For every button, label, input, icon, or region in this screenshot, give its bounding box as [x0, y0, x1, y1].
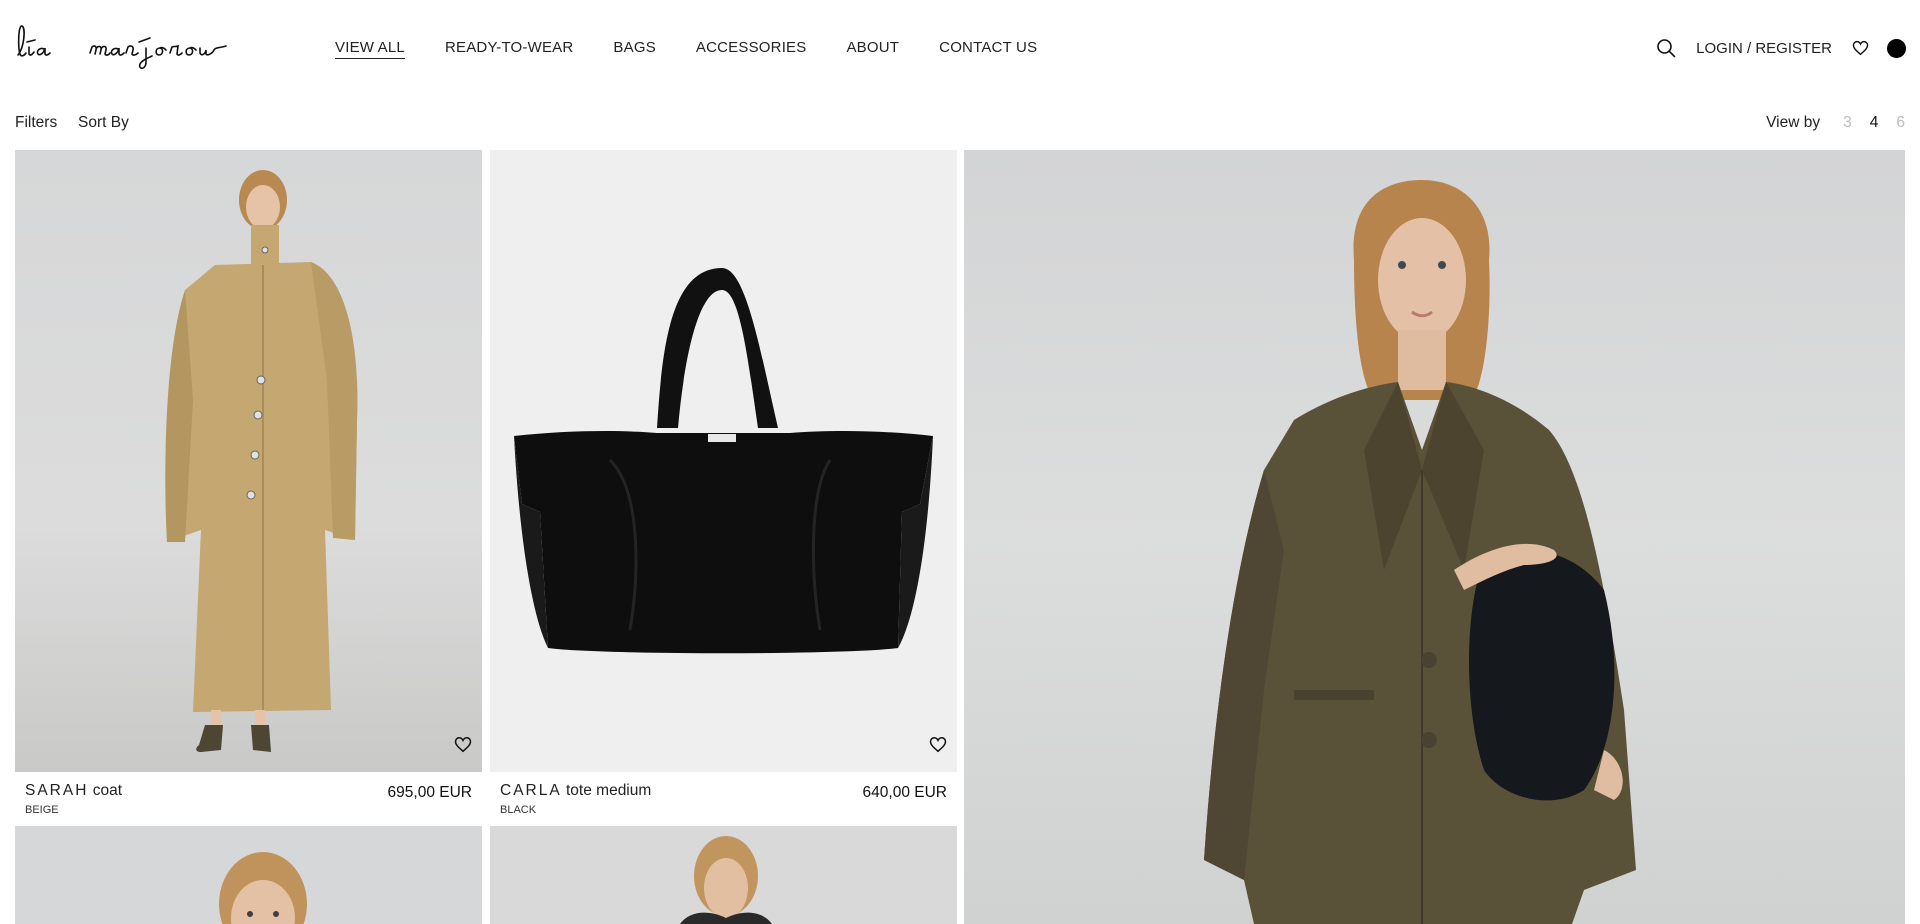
product-image[interactable] [490, 150, 957, 772]
product-name[interactable]: CARLA tote medium [500, 782, 651, 800]
view-by-4[interactable]: 4 [1870, 114, 1879, 132]
nav-accessories[interactable]: ACCESSORIES [696, 39, 807, 59]
site-header: VIEW ALL READY-TO-WEAR BAGS ACCESSORIES … [0, 0, 1920, 96]
model-illustration [219, 852, 307, 924]
filters-button[interactable]: Filters [15, 114, 57, 132]
featured-image[interactable] [964, 150, 1905, 924]
nav-contact-us[interactable]: CONTACT US [939, 39, 1037, 59]
product-card[interactable] [490, 826, 957, 924]
coat-illustration [165, 170, 358, 752]
view-by-3[interactable]: 3 [1843, 114, 1852, 132]
product-price: 695,00 EUR [387, 784, 472, 801]
product-info: CARLA tote medium BLACK 640,00 EUR [490, 772, 957, 825]
product-price: 640,00 EUR [862, 784, 947, 801]
nav-about[interactable]: ABOUT [846, 39, 899, 59]
logo-script [17, 25, 227, 70]
product-image[interactable] [490, 826, 957, 924]
brand-logo[interactable] [14, 20, 266, 72]
product-image[interactable] [15, 826, 482, 924]
product-color: BLACK [500, 804, 537, 816]
product-name[interactable]: SARAH coat [25, 782, 122, 800]
featured-product-card[interactable] [964, 150, 1905, 924]
product-card[interactable] [15, 826, 482, 924]
sort-by-button[interactable]: Sort By [78, 114, 129, 132]
nav-bags[interactable]: BAGS [613, 39, 655, 59]
product-card-sarah[interactable]: SARAH coat BEIGE 695,00 EUR [15, 150, 482, 825]
product-info: SARAH coat BEIGE 695,00 EUR [15, 772, 482, 825]
view-by-label: View by [1766, 114, 1821, 131]
heart-icon[interactable] [1852, 40, 1869, 56]
product-card-carla[interactable]: CARLA tote medium BLACK 640,00 EUR [490, 150, 957, 825]
header-actions: LOGIN / REGISTER [1656, 36, 1906, 60]
listing-toolbar: Filters Sort By View by 3 4 6 [15, 112, 1905, 134]
blazer-model-illustration [1204, 180, 1636, 924]
add-to-wishlist-icon[interactable] [454, 736, 472, 754]
product-color: BEIGE [25, 804, 59, 816]
main-nav: VIEW ALL READY-TO-WEAR BAGS ACCESSORIES … [335, 39, 1077, 59]
account-icon[interactable] [1887, 38, 1906, 58]
tote-bag-illustration [514, 268, 933, 654]
view-by-6[interactable]: 6 [1896, 114, 1905, 132]
view-by-control: View by 3 4 6 [1766, 114, 1905, 132]
nav-ready-to-wear[interactable]: READY-TO-WEAR [445, 39, 573, 59]
model-illustration [680, 836, 772, 924]
search-icon[interactable] [1656, 38, 1676, 58]
nav-view-all[interactable]: VIEW ALL [335, 39, 405, 59]
login-register-link[interactable]: LOGIN / REGISTER [1696, 40, 1832, 57]
add-to-wishlist-icon[interactable] [929, 736, 947, 754]
product-image[interactable] [15, 150, 482, 772]
